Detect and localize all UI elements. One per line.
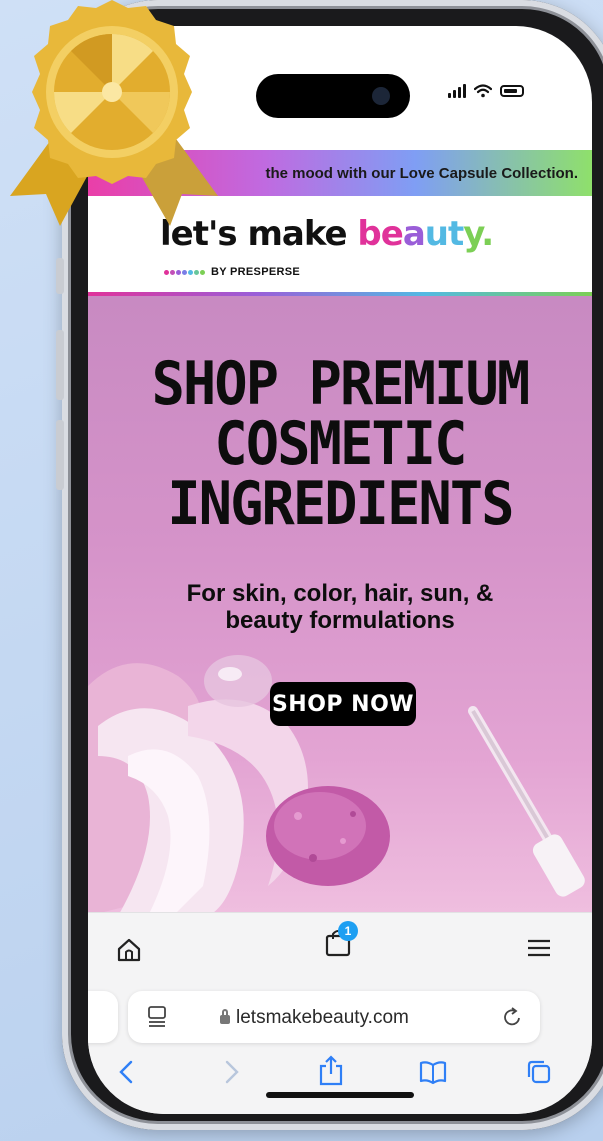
phone-volume-down [56, 420, 64, 490]
logo-text-blue: ut [424, 214, 464, 254]
award-medal-icon [10, 0, 218, 226]
hero-subtitle: For skin, color, hair, sun, & beauty for… [118, 580, 562, 634]
byline-text: BY PRESPERSE [211, 266, 300, 278]
promo-banner-text: the mood with our Love Capsule Collectio… [265, 164, 578, 182]
byline-dots-icon [164, 269, 205, 275]
hero-title-line: COSMETIC [214, 409, 467, 479]
tabs-icon[interactable] [526, 1059, 552, 1090]
back-chevron-icon[interactable] [118, 1059, 134, 1090]
home-indicator [266, 1092, 414, 1098]
hero-title-line: INGREDIENTS [167, 469, 514, 539]
hero-product-image [88, 655, 585, 912]
logo-text-green: y. [463, 214, 494, 254]
phone-volume-up [56, 330, 64, 400]
hero-subtitle-line: For skin, color, hair, sun, & [186, 580, 494, 607]
hero-title-line: SHOP PREMIUM [151, 349, 531, 419]
forward-chevron-icon[interactable] [224, 1059, 240, 1090]
brand-byline: BY PRESPERSE [164, 266, 300, 278]
home-icon[interactable] [116, 937, 142, 963]
previous-tab-preview[interactable] [88, 991, 118, 1043]
signal-icon [448, 84, 466, 98]
bookmarks-icon[interactable] [418, 1059, 448, 1090]
camera-icon [372, 87, 390, 105]
bottom-toolbar: 1 letsmakebeauty.com [88, 912, 592, 1114]
reload-icon[interactable] [502, 1005, 524, 1029]
hero-title: SHOP PREMIUM COSMETIC INGREDIENTS [108, 354, 572, 534]
lock-icon [220, 1009, 230, 1024]
shop-now-button[interactable]: SHOP NOW [270, 682, 416, 726]
share-icon[interactable] [318, 1055, 344, 1092]
logo-text-pink: be [357, 214, 403, 254]
url-display[interactable]: letsmakebeauty.com [220, 1007, 409, 1029]
cart-count-badge: 1 [338, 921, 358, 941]
hamburger-menu-icon[interactable] [526, 937, 552, 959]
battery-icon [500, 85, 524, 97]
hero-subtitle-line: beauty formulations [225, 607, 455, 634]
status-icons [448, 84, 524, 98]
address-bar[interactable]: letsmakebeauty.com [128, 991, 540, 1043]
phone-silent-switch [56, 258, 64, 294]
wifi-icon [474, 84, 492, 98]
url-text: letsmakebeauty.com [236, 1007, 409, 1028]
dynamic-island [256, 74, 410, 118]
logo-text-purple: a [402, 214, 426, 254]
hero-section: SHOP PREMIUM COSMETIC INGREDIENTS For sk… [88, 296, 592, 912]
page-settings-icon[interactable] [146, 1005, 168, 1029]
